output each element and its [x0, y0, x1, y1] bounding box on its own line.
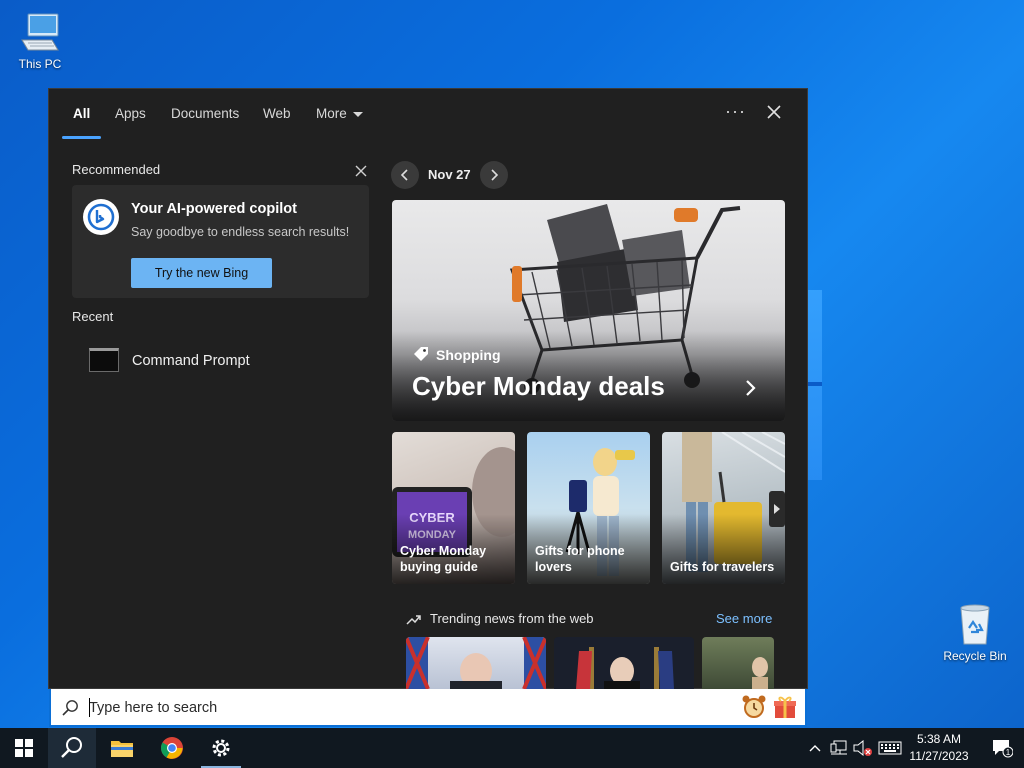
tab-apps[interactable]: Apps: [115, 106, 146, 121]
hero-card-cyber-monday[interactable]: Shopping Cyber Monday deals: [392, 200, 785, 421]
tiles-next-button[interactable]: [769, 491, 785, 527]
bing-logo-icon: [83, 199, 119, 235]
tile-cyber-monday-guide[interactable]: CYBER MONDAY Cyber Monday buying guide: [392, 432, 515, 584]
text-cursor: [89, 698, 90, 717]
taskbar-chrome[interactable]: [148, 728, 196, 768]
recent-heading: Recent: [72, 309, 114, 324]
notification-icon: 1: [993, 740, 1013, 758]
tab-documents[interactable]: Documents: [171, 106, 239, 121]
recent-item-label: Command Prompt: [132, 353, 250, 369]
tab-more[interactable]: More: [316, 106, 363, 121]
chevron-down-icon: [352, 111, 363, 117]
show-hidden-icons-button[interactable]: [806, 728, 824, 768]
news-image: [576, 647, 674, 689]
dismiss-recommended-icon[interactable]: [354, 164, 368, 178]
tile-label: Gifts for travelers: [670, 560, 775, 574]
computer-icon: [18, 10, 62, 54]
see-more-link[interactable]: See more: [716, 611, 772, 626]
caret-right-icon: [774, 504, 780, 514]
hero-title: Cyber Monday deals: [412, 371, 665, 401]
windows-logo-icon: [15, 739, 33, 757]
search-flyout: All Apps Documents Web More ··· Recommen…: [48, 88, 808, 689]
desktop-icon-label: This PC: [18, 57, 62, 71]
tab-all[interactable]: All: [73, 106, 90, 121]
action-center-button[interactable]: 1: [980, 728, 1024, 768]
highlights-date: Nov 27: [428, 167, 471, 182]
trending-title: Trending news from the web: [430, 611, 594, 626]
tile-label: Gifts for phone lovers: [535, 544, 625, 574]
folder-icon: [111, 741, 133, 757]
alarm-clock-icon[interactable]: [741, 694, 767, 720]
recent-item-command-prompt[interactable]: Command Prompt: [72, 343, 369, 381]
trending-icon: [406, 615, 421, 625]
taskbar: 5:38 AM 11/27/2023 1: [0, 728, 1024, 768]
news-image: [406, 637, 546, 689]
tab-web[interactable]: Web: [263, 106, 291, 121]
news-thumbnail[interactable]: [406, 637, 546, 689]
tile-label: Cyber Monday buying guide: [400, 544, 487, 574]
search-icon: [61, 699, 79, 717]
desktop-icon-recycle-bin[interactable]: Recycle Bin: [937, 602, 1013, 663]
try-bing-button[interactable]: Try the new Bing: [131, 258, 272, 288]
tile-gifts-phone-lovers[interactable]: Gifts for phone lovers: [527, 432, 650, 584]
taskbar-clock[interactable]: 5:38 AM 11/27/2023: [898, 731, 980, 765]
search-icon: [61, 737, 82, 758]
bing-promo-title: Your AI-powered copilot: [131, 201, 297, 217]
notification-count: 1: [1006, 748, 1011, 757]
chevron-right-icon: [744, 378, 758, 398]
taskbar-search-button[interactable]: [48, 728, 96, 768]
news-image: [752, 657, 768, 689]
desktop-icon-this-pc[interactable]: This PC: [2, 10, 78, 71]
wallpaper-gap: [808, 382, 822, 386]
recycle-bin-icon: [953, 602, 997, 646]
close-icon[interactable]: [765, 103, 783, 121]
volume-muted-icon[interactable]: [852, 728, 874, 768]
chevron-right-icon: [491, 169, 499, 181]
hero-category-label: Shopping: [436, 347, 501, 363]
clock-time: 5:38 AM: [916, 732, 962, 746]
taskbar-file-explorer[interactable]: [98, 728, 146, 768]
chevron-up-icon: [809, 745, 821, 752]
active-tab-indicator: [62, 136, 101, 139]
chevron-left-icon: [400, 169, 408, 181]
more-options-button[interactable]: ···: [725, 101, 746, 122]
next-day-button[interactable]: [480, 161, 508, 189]
chrome-icon: [161, 737, 183, 759]
tag-icon: [414, 347, 428, 361]
network-icon[interactable]: [828, 728, 850, 768]
tile-gifts-travelers[interactable]: Gifts for travelers: [662, 432, 785, 584]
bing-promo-subtitle: Say goodbye to endless search results!: [131, 225, 350, 239]
search-box[interactable]: [49, 689, 807, 727]
gift-icon[interactable]: [772, 694, 798, 720]
hero-category: Shopping: [412, 346, 501, 364]
news-thumbnail[interactable]: [554, 637, 694, 689]
search-tabs: All Apps Documents Web More ···: [49, 89, 807, 141]
previous-day-button[interactable]: [391, 161, 419, 189]
news-thumbnail[interactable]: [702, 637, 774, 689]
recommended-heading: Recommended: [72, 162, 161, 177]
bing-promo-card: Your AI-powered copilot Say goodbye to e…: [72, 185, 369, 298]
taskbar-settings[interactable]: [197, 728, 245, 768]
clock-date: 11/27/2023: [909, 749, 969, 763]
gear-icon: [212, 739, 230, 757]
trending-row: Trending news from the web See more: [406, 610, 776, 630]
search-input[interactable]: [89, 697, 689, 719]
tab-more-label: More: [316, 106, 347, 121]
start-button[interactable]: [0, 728, 48, 768]
desktop-icon-label: Recycle Bin: [943, 649, 1007, 663]
command-prompt-icon: [89, 348, 119, 372]
